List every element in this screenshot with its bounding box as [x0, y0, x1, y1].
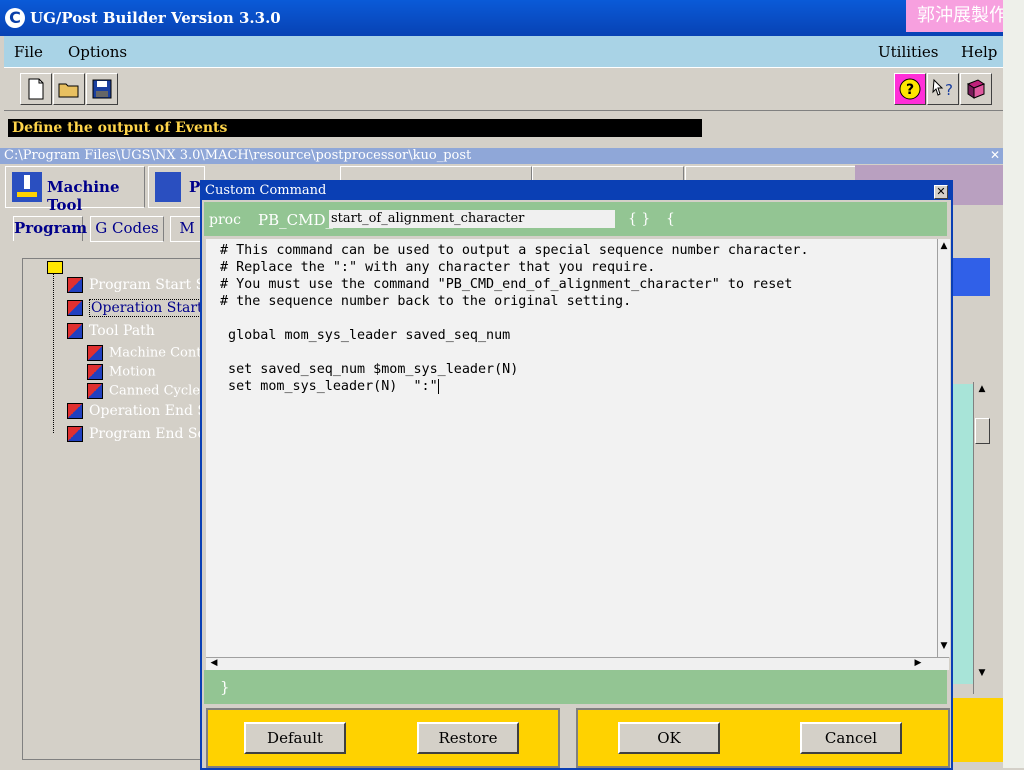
- tree-item-label: Program Start Se: [89, 277, 214, 293]
- machine-tool-icon: [12, 172, 42, 202]
- svg-text:?: ?: [945, 81, 953, 99]
- dialog-titlebar[interactable]: Custom Command ✕: [202, 182, 951, 200]
- editor-vertical-scrollbar[interactable]: ▲ ▼: [937, 239, 950, 657]
- tab-g-codes[interactable]: G Codes: [90, 216, 164, 242]
- proc-prefix: PB_CMD_: [258, 211, 333, 229]
- ok-button[interactable]: OK: [618, 722, 720, 754]
- proc-keyword: proc: [209, 212, 241, 228]
- menu-help[interactable]: Help: [961, 43, 997, 61]
- path-text: C:\Program Files\UGS\NX 3.0\MACH\resourc…: [4, 148, 472, 163]
- tree-item-label: Tool Path: [89, 323, 155, 339]
- tree-item[interactable]: Operation End S: [67, 403, 207, 419]
- tree-item[interactable]: Program End Se: [67, 426, 206, 442]
- editor-horizontal-scrollbar[interactable]: ◀ ▶: [206, 657, 949, 670]
- tree-item-label: Motion: [109, 364, 156, 380]
- dialog-title: Custom Command: [205, 183, 327, 198]
- event-icon: [67, 300, 83, 316]
- program-icon: [155, 172, 181, 202]
- tab-machine-tool[interactable]: Machine Tool: [5, 166, 145, 214]
- event-icon: [67, 426, 83, 442]
- save-disk-icon[interactable]: [86, 73, 118, 105]
- tree-line: [53, 273, 55, 433]
- tree-item-label: Canned Cycles: [109, 383, 207, 399]
- button-divider: [562, 708, 572, 766]
- custom-command-dialog: Custom Command ✕ proc PB_CMD_ { } { # Th…: [200, 180, 953, 770]
- tab-program-and-tool-path[interactable]: P: [148, 166, 205, 208]
- open-folder-icon[interactable]: [53, 73, 85, 105]
- command-name-input[interactable]: [329, 210, 615, 228]
- button-area-fill: [948, 698, 1003, 762]
- scroll-right-icon[interactable]: ▶: [912, 658, 924, 668]
- context-help-icon[interactable]: ?: [927, 73, 959, 105]
- event-icon: [67, 323, 83, 339]
- proc-header: proc PB_CMD_ { } {: [204, 202, 947, 236]
- event-tree: Program Start Se Operation Start S Tool …: [22, 258, 219, 760]
- toolbar: ? ?: [4, 67, 1003, 111]
- folder-icon: [47, 261, 63, 274]
- scroll-up-icon[interactable]: ▲: [976, 384, 988, 394]
- proc-args: { }: [628, 211, 651, 227]
- left-button-group: Default Restore: [206, 708, 560, 768]
- tab-m-codes[interactable]: M: [170, 216, 204, 242]
- status-bar: Define the output of Events: [4, 115, 1003, 143]
- app-title: UG/Post Builder Version 3.3.0: [30, 9, 281, 27]
- scroll-down-icon[interactable]: ▼: [938, 641, 950, 651]
- proc-open-brace: {: [666, 211, 675, 227]
- tab-program-label: P: [189, 178, 201, 196]
- code-text: # This command can be used to output a s…: [220, 243, 809, 394]
- scroll-thumb[interactable]: [975, 418, 990, 444]
- help-question-icon[interactable]: ?: [894, 73, 926, 105]
- default-button[interactable]: Default: [244, 722, 346, 754]
- path-bar: C:\Program Files\UGS\NX 3.0\MACH\resourc…: [0, 148, 1007, 164]
- cancel-button[interactable]: Cancel: [800, 722, 902, 754]
- event-icon: [87, 364, 103, 380]
- menubar: File Options Utilities Help: [4, 36, 1003, 67]
- tree-item-label: Operation End S: [89, 403, 208, 419]
- code-editor[interactable]: # This command can be used to output a s…: [206, 239, 937, 657]
- proc-close-brace: }: [220, 678, 230, 696]
- event-icon: [67, 277, 83, 293]
- close-icon[interactable]: ✕: [934, 185, 948, 199]
- scroll-left-icon[interactable]: ◀: [208, 658, 220, 668]
- watermark-text: 郭沖展製作: [906, 0, 1018, 32]
- tree-item-selected[interactable]: Operation Start S: [67, 299, 219, 317]
- status-text: Define the output of Events: [8, 119, 702, 137]
- menu-options[interactable]: Options: [68, 43, 127, 61]
- app-logo-icon: C: [5, 8, 25, 28]
- app-titlebar: C UG/Post Builder Version 3.3.0 郭沖展製作: [0, 0, 1024, 36]
- proc-footer: }: [204, 670, 947, 704]
- scroll-up-icon[interactable]: ▲: [938, 241, 950, 251]
- event-scrollbar[interactable]: ▲ ▼: [973, 382, 990, 694]
- event-header-fill: [948, 258, 990, 296]
- tree-item-label: Program End Se: [89, 426, 206, 442]
- menu-utilities[interactable]: Utilities: [878, 43, 938, 61]
- desktop-edge: [1003, 0, 1024, 768]
- tab-machine-tool-label: Machine Tool: [47, 178, 120, 214]
- tree-item[interactable]: Tool Path: [67, 323, 155, 339]
- tree-item[interactable]: Program Start Se: [67, 277, 213, 293]
- tree-item[interactable]: Machine Contro: [87, 345, 215, 361]
- scroll-down-icon[interactable]: ▼: [976, 668, 988, 678]
- event-icon: [87, 345, 103, 361]
- restore-button[interactable]: Restore: [417, 722, 519, 754]
- manual-book-icon[interactable]: [960, 73, 992, 105]
- close-icon[interactable]: ✕: [989, 149, 1001, 161]
- tab-program[interactable]: Program: [13, 216, 87, 241]
- svg-text:?: ?: [906, 82, 914, 98]
- event-icon: [67, 403, 83, 419]
- event-icon: [87, 383, 103, 399]
- tree-item[interactable]: Motion: [87, 364, 156, 380]
- right-button-group: OK Cancel: [576, 708, 950, 768]
- tree-item[interactable]: Canned Cycles: [87, 383, 207, 399]
- new-file-icon[interactable]: [20, 73, 52, 105]
- menu-file[interactable]: File: [14, 43, 43, 61]
